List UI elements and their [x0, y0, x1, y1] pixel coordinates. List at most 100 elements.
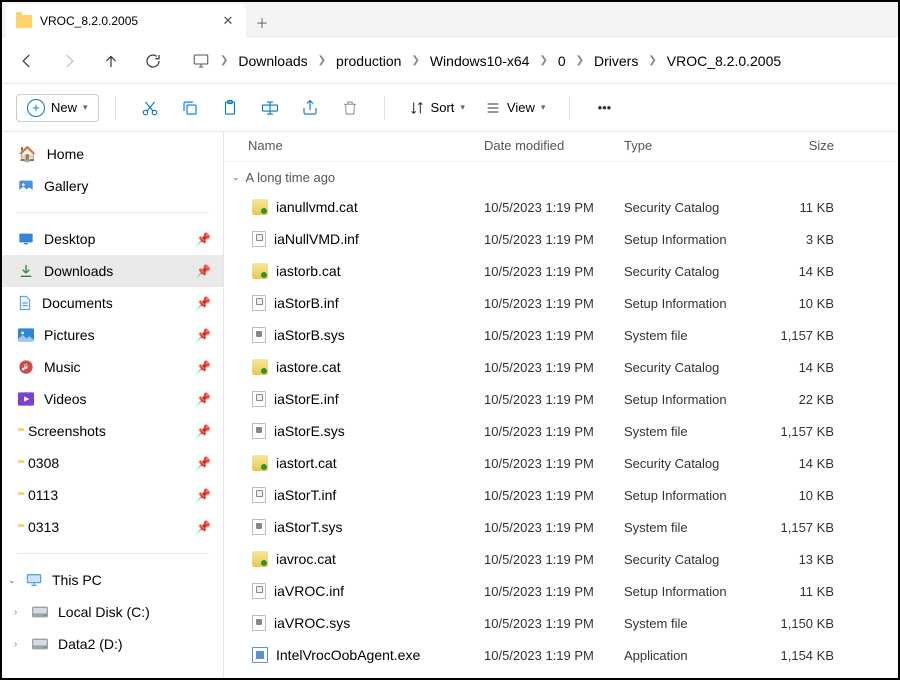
file-date: 10/5/2023 1:19 PM — [484, 232, 624, 247]
window-tab[interactable]: VROC_8.2.0.2005 ✕ — [6, 4, 246, 38]
copy-icon[interactable] — [172, 90, 208, 126]
sidebar-drive[interactable]: › Data2 (D:) — [2, 628, 223, 660]
file-row[interactable]: iastort.cat 10/5/2023 1:19 PM Security C… — [224, 447, 898, 479]
file-date: 10/5/2023 1:19 PM — [484, 488, 624, 503]
sidebar-item-0308[interactable]: 0308 📌 — [2, 447, 223, 479]
file-date: 10/5/2023 1:19 PM — [484, 424, 624, 439]
file-row[interactable]: iaStorB.sys 10/5/2023 1:19 PM System fil… — [224, 319, 898, 351]
file-date: 10/5/2023 1:19 PM — [484, 392, 624, 407]
close-tab-icon[interactable]: ✕ — [220, 13, 236, 29]
file-type: Setup Information — [624, 488, 754, 503]
sidebar-item-label: Desktop — [44, 231, 95, 247]
sort-label: Sort — [431, 100, 455, 115]
file-row[interactable]: iaNullVMD.inf 10/5/2023 1:19 PM Setup In… — [224, 223, 898, 255]
more-icon[interactable]: ••• — [586, 90, 622, 126]
forward-button[interactable] — [58, 50, 80, 72]
separator — [569, 96, 570, 120]
file-row[interactable]: ianullvmd.cat 10/5/2023 1:19 PM Security… — [224, 191, 898, 223]
file-size: 14 KB — [754, 456, 834, 471]
sidebar-item-label: Data2 (D:) — [58, 636, 123, 652]
pin-icon: 📌 — [196, 488, 211, 502]
file-row[interactable]: iaStorE.inf 10/5/2023 1:19 PM Setup Info… — [224, 383, 898, 415]
up-button[interactable] — [100, 50, 122, 72]
crumb-0[interactable]: Downloads — [238, 53, 307, 69]
crumb-3[interactable]: 0 — [558, 53, 566, 69]
file-name: iaStorB.inf — [274, 295, 339, 311]
file-sys-icon — [252, 615, 266, 631]
refresh-button[interactable] — [142, 50, 164, 72]
sidebar-item-gallery[interactable]: Gallery — [2, 170, 223, 202]
new-button[interactable]: + New ▾ — [16, 94, 99, 122]
pictures-icon — [18, 328, 34, 342]
cut-icon[interactable] — [132, 90, 168, 126]
file-row[interactable]: iaStorT.inf 10/5/2023 1:19 PM Setup Info… — [224, 479, 898, 511]
sidebar-item-0313[interactable]: 0313 📌 — [2, 511, 223, 543]
delete-icon[interactable] — [332, 90, 368, 126]
file-row[interactable]: iavroc.cat 10/5/2023 1:19 PM Security Ca… — [224, 543, 898, 575]
group-header[interactable]: ⌄ A long time ago — [224, 162, 898, 191]
col-name[interactable]: Name — [224, 138, 484, 153]
sidebar-this-pc[interactable]: ⌄ This PC — [2, 564, 223, 596]
crumb-5[interactable]: VROC_8.2.0.2005 — [667, 53, 781, 69]
file-exe-icon — [252, 647, 268, 663]
file-row[interactable]: iaVROC.inf 10/5/2023 1:19 PM Setup Infor… — [224, 575, 898, 607]
file-date: 10/5/2023 1:19 PM — [484, 296, 624, 311]
col-type[interactable]: Type — [624, 138, 754, 153]
file-row[interactable]: iaVROC.sys 10/5/2023 1:19 PM System file… — [224, 607, 898, 639]
sidebar-item-pictures[interactable]: Pictures 📌 — [2, 319, 223, 351]
file-row[interactable]: IntelVrocOobAgent.exe 10/5/2023 1:19 PM … — [224, 639, 898, 671]
sidebar-item-label: Local Disk (C:) — [58, 604, 150, 620]
group-label: A long time ago — [246, 170, 336, 185]
sidebar-item-label: Home — [47, 146, 84, 162]
sidebar-item-home[interactable]: 🏠 Home — [2, 138, 223, 170]
sort-button[interactable]: Sort ▾ — [401, 100, 473, 116]
view-button[interactable]: View ▾ — [477, 100, 553, 116]
file-row[interactable]: iaStorE.sys 10/5/2023 1:19 PM System fil… — [224, 415, 898, 447]
file-date: 10/5/2023 1:19 PM — [484, 584, 624, 599]
chevron-right-icon: ❯ — [576, 55, 584, 66]
sidebar-item-videos[interactable]: Videos 📌 — [2, 383, 223, 415]
sidebar-item-label: Downloads — [44, 263, 113, 279]
sidebar-item-desktop[interactable]: Desktop 📌 — [2, 223, 223, 255]
sidebar-item-documents[interactable]: Documents 📌 — [2, 287, 223, 319]
file-type: Security Catalog — [624, 200, 754, 215]
file-date: 10/5/2023 1:19 PM — [484, 200, 624, 215]
paste-icon[interactable] — [212, 90, 248, 126]
col-size[interactable]: Size — [754, 138, 834, 153]
chevron-down-icon: ▾ — [460, 102, 465, 113]
chevron-right-icon: ❯ — [318, 55, 326, 66]
chevron-right-icon: ❯ — [648, 55, 656, 66]
monitor-icon[interactable] — [192, 52, 210, 70]
file-date: 10/5/2023 1:19 PM — [484, 552, 624, 567]
back-button[interactable] — [16, 50, 38, 72]
col-date[interactable]: Date modified — [484, 138, 624, 153]
sidebar-item-music[interactable]: Music 📌 — [2, 351, 223, 383]
file-name: iaStorB.sys — [274, 327, 345, 343]
new-tab-button[interactable]: ＋ — [246, 6, 278, 38]
crumb-2[interactable]: Windows10-x64 — [430, 53, 530, 69]
file-type: Setup Information — [624, 296, 754, 311]
crumb-4[interactable]: Drivers — [594, 53, 638, 69]
sidebar-item-0113[interactable]: 0113 📌 — [2, 479, 223, 511]
share-icon[interactable] — [292, 90, 328, 126]
chevron-right-icon: ❯ — [411, 55, 419, 66]
file-row[interactable]: iastorb.cat 10/5/2023 1:19 PM Security C… — [224, 255, 898, 287]
file-size: 13 KB — [754, 552, 834, 567]
sidebar-drive[interactable]: › Local Disk (C:) — [2, 596, 223, 628]
file-date: 10/5/2023 1:19 PM — [484, 360, 624, 375]
crumb-1[interactable]: production — [336, 53, 401, 69]
pin-icon: 📌 — [196, 328, 211, 342]
chevron-right-icon: ❯ — [539, 55, 547, 66]
sidebar-item-screenshots[interactable]: Screenshots 📌 — [2, 415, 223, 447]
file-size: 1,150 KB — [754, 616, 834, 631]
file-row[interactable]: iastore.cat 10/5/2023 1:19 PM Security C… — [224, 351, 898, 383]
sidebar-item-downloads[interactable]: Downloads 📌 — [2, 255, 223, 287]
file-row[interactable]: iaStorT.sys 10/5/2023 1:19 PM System fil… — [224, 511, 898, 543]
rename-icon[interactable] — [252, 90, 288, 126]
chevron-right-icon: ❯ — [220, 55, 228, 66]
file-inf-icon — [252, 391, 266, 407]
file-row[interactable]: iaStorB.inf 10/5/2023 1:19 PM Setup Info… — [224, 287, 898, 319]
file-name: iastorb.cat — [276, 263, 341, 279]
file-date: 10/5/2023 1:19 PM — [484, 456, 624, 471]
file-sys-icon — [252, 327, 266, 343]
